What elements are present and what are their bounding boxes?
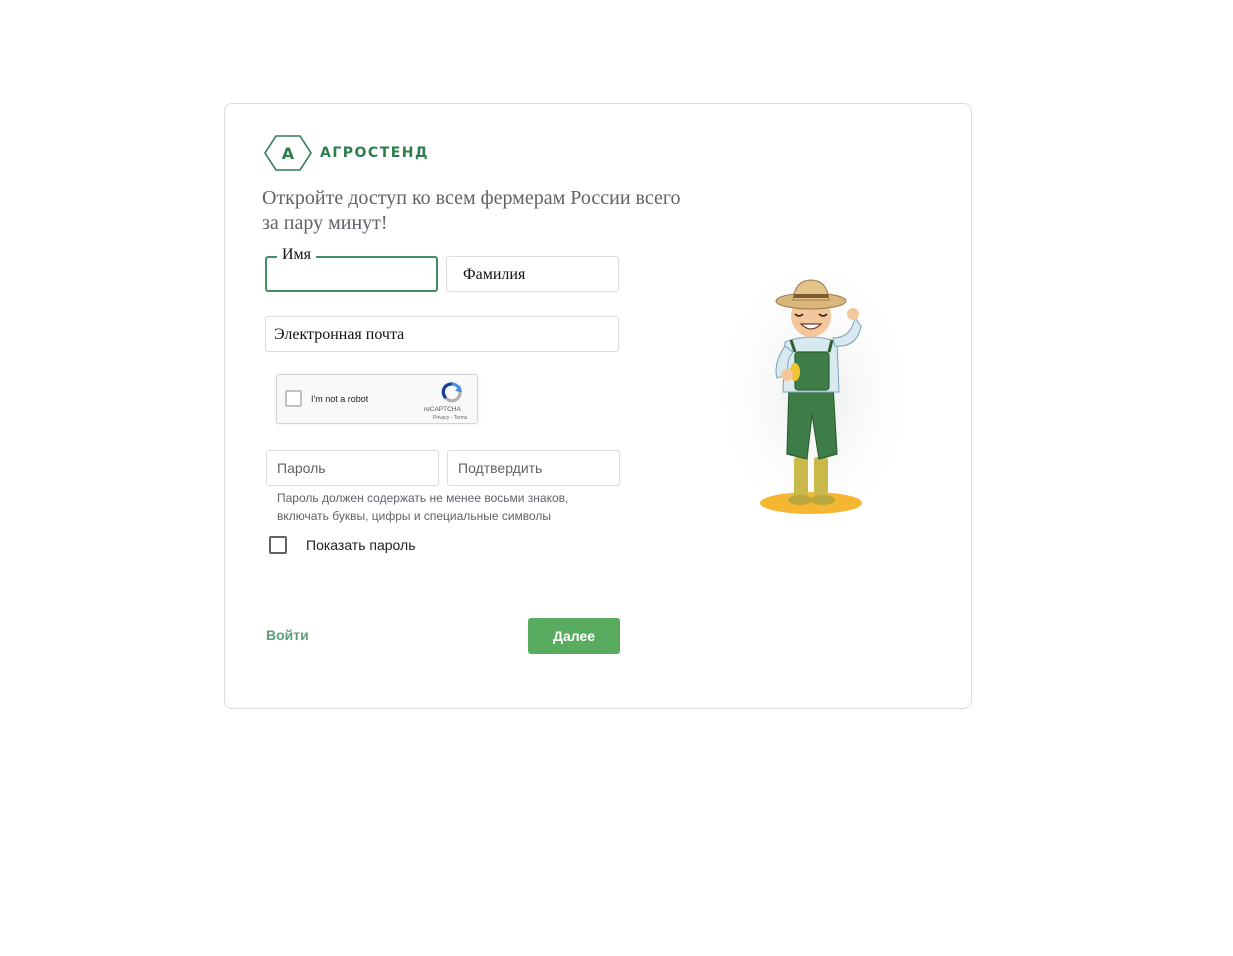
brand-name: АГРОСТЕНД xyxy=(320,145,429,161)
show-password-toggle[interactable]: Показать пароль xyxy=(269,535,416,555)
recaptcha-label: I'm not a robot xyxy=(311,394,369,404)
next-button[interactable]: Далее xyxy=(528,618,620,654)
farmer-illustration xyxy=(715,254,920,539)
show-password-checkbox[interactable] xyxy=(269,536,287,554)
recaptcha-widget[interactable]: I'm not a robot reCAPTCHA Privacy - Term… xyxy=(276,374,478,424)
last-name-label: Фамилия xyxy=(463,266,526,283)
password-field[interactable]: Пароль xyxy=(266,450,439,486)
first-name-label: Имя xyxy=(277,246,317,264)
confirm-password-placeholder: Подтвердить xyxy=(458,460,543,476)
confirm-password-field[interactable]: Подтвердить xyxy=(447,450,620,486)
first-name-field[interactable]: Имя xyxy=(265,246,438,292)
password-hint: Пароль должен содержать не менее восьми … xyxy=(277,491,569,523)
signup-card: А АГРОСТЕНД Откройте доступ ко всем ферм… xyxy=(224,103,972,709)
brand-hexagon-icon: А xyxy=(264,135,312,171)
show-password-label: Показать пароль xyxy=(306,537,416,553)
recaptcha-terms[interactable]: Privacy - Terms xyxy=(433,415,467,421)
recaptcha-checkbox[interactable] xyxy=(285,390,302,407)
password-placeholder: Пароль xyxy=(277,460,326,476)
last-name-field[interactable]: Фамилия xyxy=(446,256,619,292)
recaptcha-brand: reCAPTCHA xyxy=(424,406,461,413)
signin-link[interactable]: Войти xyxy=(266,627,309,643)
brand-logo: А АГРОСТЕНД xyxy=(264,134,429,172)
recaptcha-logo-icon xyxy=(441,382,462,403)
page-title: Откройте доступ ко всем фермерам России … xyxy=(262,187,681,234)
email-label: Электронная почта xyxy=(274,326,405,343)
email-field[interactable]: Электронная почта xyxy=(265,316,619,352)
brand-letter: А xyxy=(282,144,295,163)
